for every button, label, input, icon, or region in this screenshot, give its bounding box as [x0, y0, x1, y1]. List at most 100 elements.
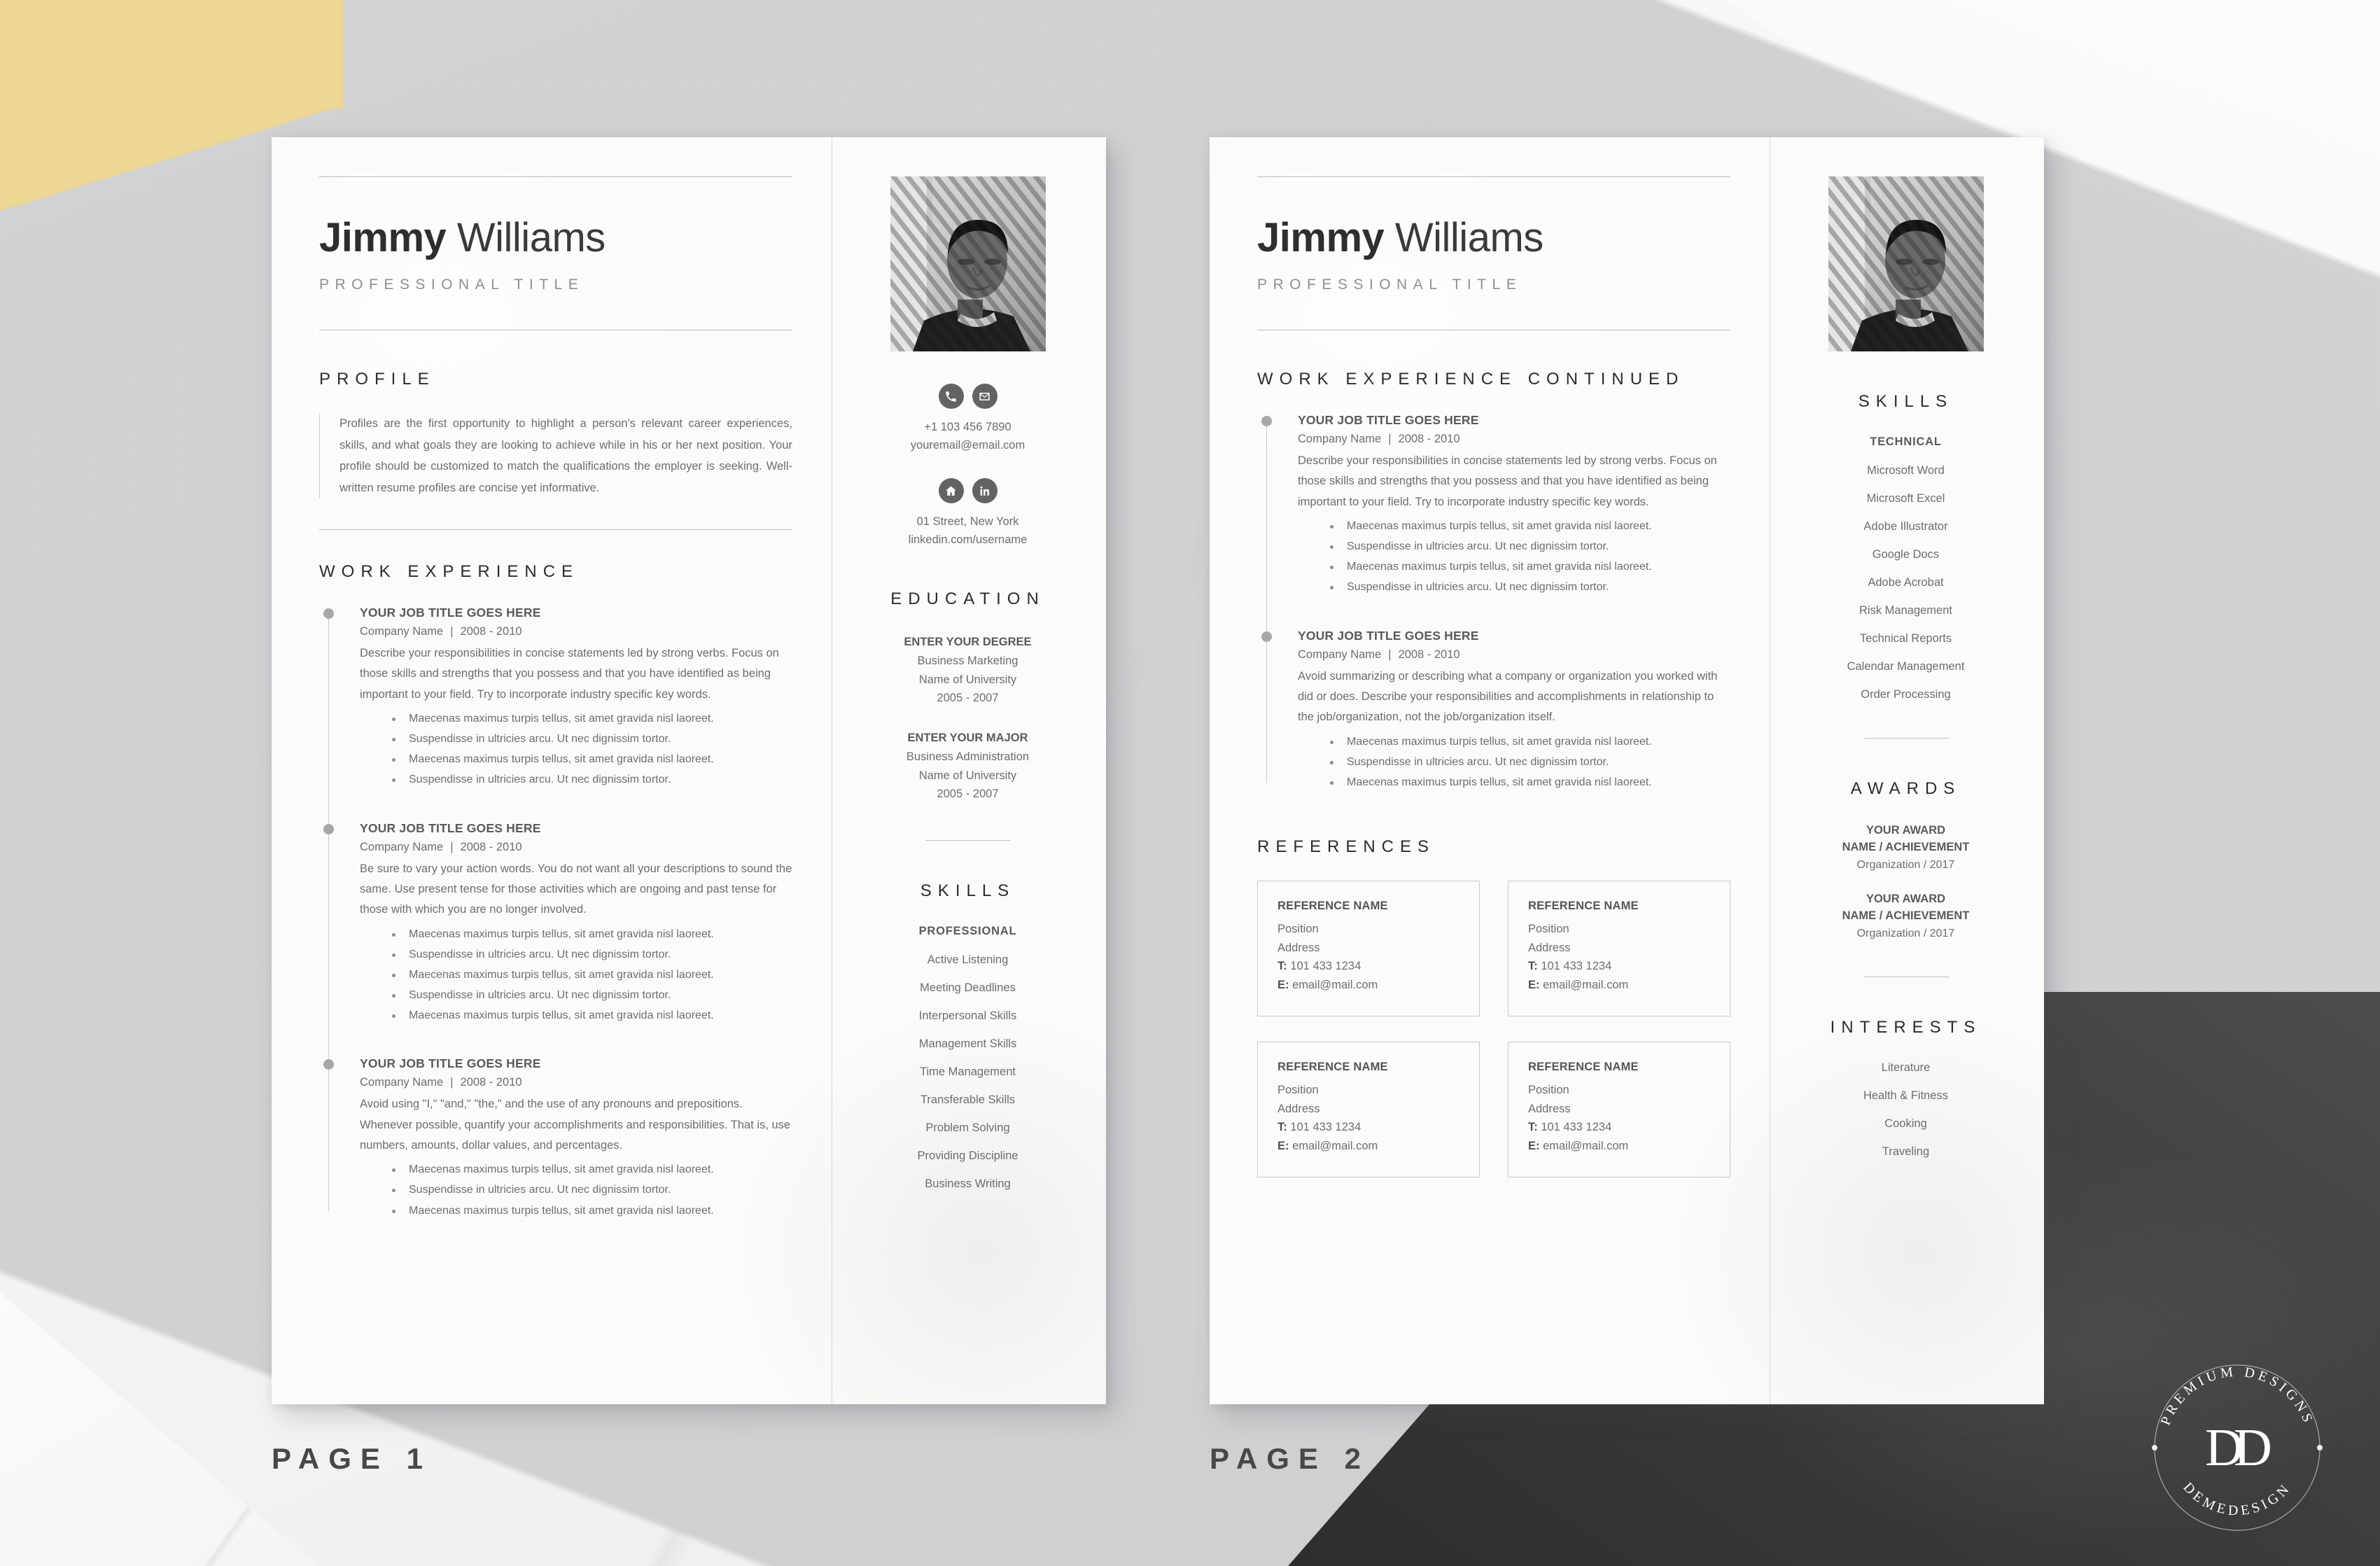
job-description: Describe your responsibilities in concis…: [360, 647, 779, 701]
list-item: Literature: [1881, 1061, 1931, 1074]
list-item: Cooking: [1884, 1117, 1927, 1130]
list-item: Business Writing: [925, 1177, 1011, 1190]
skills-block-technical: SKILLS TECHNICAL Microsoft Word Microsoft…: [1795, 392, 2016, 701]
reference-position: Position: [1528, 922, 1569, 935]
reference-name: REFERENCE NAME: [1278, 899, 1388, 912]
timeline-dot-icon: [323, 823, 334, 834]
award-name-line1: YOUR AWARD: [1865, 892, 1946, 905]
work-experience-item: YOUR JOB TITLE GOES HERE Company Name | 20…: [323, 820, 792, 1026]
reference-name: REFERENCE NAME: [1528, 1060, 1639, 1073]
reference-name: REFERENCE NAME: [1278, 1060, 1388, 1073]
profile-accent-bar: [319, 413, 320, 499]
mockup-scene: Jimmy Williams PROFESSIONAL TITLE PROFIL…: [0, 0, 2380, 1566]
section-title-awards: AWARDS: [1850, 779, 1961, 798]
job-bullet-list: Maecenas maximus turpis tellus, sit amet…: [1298, 516, 1730, 597]
award-name-line2: NAME / ACHIEVEMENT: [1842, 840, 1970, 853]
work-experience-item: YOUR JOB TITLE GOES HERE Company Name | 20…: [1261, 413, 1730, 598]
page-title: Jimmy Williams: [319, 218, 792, 258]
education-list: ENTER YOUR DEGREE Business Marketing Nam…: [858, 633, 1078, 804]
section-title-interests: INTERESTS: [1830, 1017, 1982, 1037]
reference-position: Position: [1528, 1083, 1569, 1096]
reference-phone: T: 101 433 1234: [1278, 960, 1362, 973]
list-item: Maecenas maximus turpis tellus, sit amet…: [1330, 557, 1730, 577]
references-grid: REFERENCE NAME Position Address T: 101 4…: [1257, 880, 1730, 1177]
list-item: Traveling: [1882, 1145, 1930, 1158]
list-item: Google Docs: [1872, 548, 1940, 561]
list-item: Management Skills: [918, 1037, 1017, 1050]
list-item: Suspendisse in ultricies arcu. Ut nec di…: [392, 729, 792, 749]
reference-address: Address: [1528, 941, 1571, 954]
list-item: Maecenas maximus turpis tellus, sit amet…: [392, 1005, 792, 1026]
email-icon[interactable]: [972, 384, 997, 409]
professional-title: PROFESSIONAL TITLE: [319, 277, 584, 293]
section-title-education: EDUCATION: [890, 589, 1045, 609]
awards-block: AWARDS YOUR AWARD NAME / ACHIEVEMENT Org…: [1795, 779, 2016, 940]
work-experience-item: YOUR JOB TITLE GOES HERE Company Name | 20…: [323, 1056, 792, 1220]
work-experience-timeline: YOUR JOB TITLE GOES HERE Company Name | 20…: [319, 606, 792, 1221]
skills-block-professional: SKILLS PROFESSIONAL Active Listening Meet…: [858, 881, 1078, 1191]
list-item: Maecenas maximus turpis tellus, sit amet…: [392, 1159, 792, 1180]
work-experience-item: YOUR JOB TITLE GOES HERE Company Name | 20…: [1261, 629, 1730, 792]
section-title-work-experience-continued: WORK EXPERIENCE CONTINUED: [1257, 370, 1685, 389]
reference-address: Address: [1278, 941, 1320, 954]
header-top-rule: [319, 176, 792, 177]
job-title: YOUR JOB TITLE GOES HERE: [360, 820, 541, 835]
list-item: Order Processing: [1861, 688, 1951, 701]
list-item: Maecenas maximus turpis tellus, sit amet…: [1330, 732, 1730, 752]
reference-card: REFERENCE NAME Position Address T: 101 4…: [1508, 1041, 1730, 1177]
reference-email: E: email@mail.com: [1528, 1139, 1629, 1152]
linkedin-icon[interactable]: [972, 478, 997, 504]
section-title-references: REFERENCES: [1257, 837, 1436, 856]
section-title-skills-p1: SKILLS: [920, 881, 1016, 900]
contact-email: youremail@email.com: [910, 438, 1026, 452]
work-experience-timeline-p2: YOUR JOB TITLE GOES HERE Company Name | 20…: [1257, 413, 1730, 792]
reference-position: Position: [1278, 1083, 1319, 1096]
resume-page-2: Jimmy Williams PROFESSIONAL TITLE WORK E…: [1210, 137, 2044, 1404]
skills-subhead-technical: TECHNICAL: [1870, 435, 1942, 448]
job-meta: Company Name | 2008 - 2010: [360, 840, 522, 853]
contact-icon-row-secondary: [858, 478, 1078, 504]
home-icon[interactable]: [938, 478, 964, 504]
profile-text: Profiles are the first opportunity to hi…: [340, 417, 792, 494]
job-description: Avoid summarizing or describing what a c…: [1298, 669, 1718, 724]
phone-icon[interactable]: [938, 384, 964, 409]
list-item: Microsoft Excel: [1866, 492, 1945, 505]
skills-divider-p2: [1863, 738, 1949, 739]
list-item: Technical Reports: [1859, 632, 1952, 645]
job-title: YOUR JOB TITLE GOES HERE: [360, 1056, 541, 1071]
award-organization: Organization / 2017: [1856, 927, 1955, 939]
page-title-p2: Jimmy Williams: [1257, 218, 1730, 258]
resume-page-1: Jimmy Williams PROFESSIONAL TITLE PROFIL…: [272, 137, 1106, 1404]
award-item: YOUR AWARD NAME / ACHIEVEMENT Organizati…: [1795, 891, 2016, 940]
job-bullet-list: Maecenas maximus turpis tellus, sit amet…: [360, 708, 792, 790]
list-item: Transferable Skills: [920, 1093, 1016, 1106]
profile-photo: [890, 176, 1046, 351]
reference-address: Address: [1278, 1102, 1320, 1115]
list-item: Maecenas maximus turpis tellus, sit amet…: [392, 749, 792, 769]
contact-icon-row-primary: [858, 384, 1078, 409]
page1-main-column: Jimmy Williams PROFESSIONAL TITLE PROFIL…: [272, 137, 832, 1404]
list-item: Maecenas maximus turpis tellus, sit amet…: [392, 924, 792, 944]
list-item: Adobe Illustrator: [1863, 520, 1948, 533]
award-name-line2: NAME / ACHIEVEMENT: [1842, 909, 1970, 922]
timeline-dot-icon: [323, 1059, 334, 1070]
education-item: ENTER YOUR DEGREE Business Marketing Nam…: [858, 633, 1078, 708]
interests-block: INTERESTS Literature Health & Fitness Cook…: [1795, 1018, 2016, 1159]
education-item: ENTER YOUR MAJOR Business Administration…: [858, 729, 1078, 804]
profile-photo-p2: [1828, 176, 1984, 351]
page1-sidebar: +1 103 456 7890 youremail@email.com 01 S…: [832, 137, 1106, 1404]
timeline-dot-icon: [323, 608, 334, 620]
contact-linkedin: linkedin.com/username: [908, 533, 1028, 546]
list-item: Maecenas maximus turpis tellus, sit amet…: [392, 708, 792, 729]
watermark-monogram: DD: [2205, 1418, 2272, 1477]
background-yellow-block: [0, 0, 343, 109]
timeline-dot-icon: [1261, 416, 1272, 426]
reference-email: E: email@mail.com: [1278, 979, 1378, 992]
reference-card: REFERENCE NAME Position Address T: 101 4…: [1257, 880, 1480, 1016]
list-item: Interpersonal Skills: [918, 1009, 1017, 1022]
page-1-label: PAGE 1: [272, 1442, 432, 1475]
profile-block: Profiles are the first opportunity to hi…: [319, 413, 792, 499]
contact-block-secondary: 01 Street, New York linkedin.com/usernam…: [858, 478, 1078, 549]
job-bullet-list: Maecenas maximus turpis tellus, sit amet…: [1298, 732, 1730, 792]
skills-list-technical: Microsoft Word Microsoft Excel Adobe Illus…: [1795, 464, 2016, 701]
